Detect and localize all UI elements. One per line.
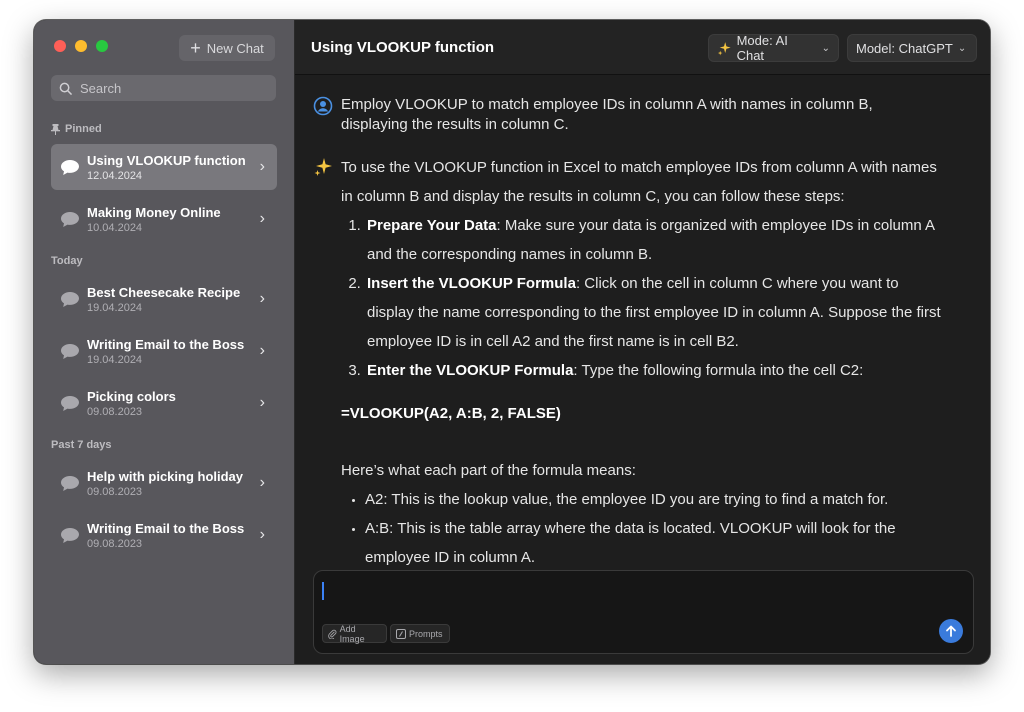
chevron-right-icon: ›	[259, 526, 265, 543]
list-item: A:B: This is the table array where the d…	[365, 514, 941, 572]
conversation: Employ VLOOKUP to match employee IDs in …	[295, 75, 990, 575]
user-message: Employ VLOOKUP to match employee IDs in …	[341, 96, 873, 133]
chevron-right-icon: ›	[259, 474, 265, 491]
minimize-window-button[interactable]	[75, 40, 87, 52]
chat-item-date: 12.04.2024	[87, 169, 143, 182]
steps-list: Prepare Your Data: Make sure your data i…	[341, 211, 941, 385]
text-cursor	[322, 582, 324, 600]
main-panel: Using VLOOKUP function Mode: AI Chat ⌄ M…	[295, 20, 990, 664]
chat-item[interactable]: Picking colors 09.08.2023 ›	[51, 380, 277, 426]
sparkle-icon	[717, 41, 731, 55]
chat-item-date: 09.08.2023	[87, 485, 143, 498]
chat-item-title: Writing Email to the Boss	[87, 336, 245, 352]
chat-item[interactable]: Making Money Online 10.04.2024 ›	[51, 196, 277, 242]
search-icon	[59, 82, 72, 95]
chat-item-date: 19.04.2024	[87, 353, 143, 366]
list-item: Prepare Your Data: Make sure your data i…	[365, 211, 941, 269]
chat-item-date: 10.04.2024	[87, 221, 143, 234]
chat-item[interactable]: Writing Email to the Boss 19.04.2024 ›	[51, 328, 277, 374]
top-bar: Using VLOOKUP function Mode: AI Chat ⌄ M…	[295, 20, 990, 75]
step-heading: Insert the VLOOKUP Formula	[367, 275, 576, 292]
chat-bubble-icon	[59, 524, 81, 546]
assistant-message: To use the VLOOKUP function in Excel to …	[341, 153, 941, 572]
model-label: Model: ChatGPT	[856, 40, 953, 56]
formula-text: =VLOOKUP(A2, A:B, 2, FALSE)	[341, 405, 561, 422]
section-today: Today	[51, 255, 83, 267]
plus-icon: +	[190, 38, 201, 58]
mode-label: Mode: AI Chat	[736, 33, 788, 63]
explain-intro: Here’s what each part of the formula mea…	[341, 462, 636, 479]
search-placeholder: Search	[80, 80, 122, 96]
chat-item[interactable]: Help with picking holiday 09.08.2023 ›	[51, 460, 277, 506]
chat-bubble-icon	[59, 472, 81, 494]
prompts-label: Prompts	[409, 628, 443, 639]
close-window-button[interactable]	[54, 40, 66, 52]
arrow-up-icon	[946, 625, 956, 637]
chat-item-title: Using VLOOKUP function	[87, 152, 246, 168]
chat-bubble-icon	[59, 288, 81, 310]
new-chat-button[interactable]: + New Chat	[179, 35, 275, 61]
chat-item-date: 19.04.2024	[87, 301, 143, 314]
chat-item-title: Help with picking holiday	[87, 468, 244, 484]
chat-bubble-icon	[59, 340, 81, 362]
sparkle-icon	[314, 158, 332, 176]
chat-item[interactable]: Writing Email to the Boss 09.08.2023 ›	[51, 512, 277, 558]
send-button[interactable]	[939, 619, 963, 643]
section-past-7-days: Past 7 days	[51, 439, 112, 451]
mode-dropdown[interactable]: Mode: AI Chat ⌄	[708, 33, 839, 63]
chat-item-date: 09.08.2023	[87, 405, 143, 418]
list-item: Insert the VLOOKUP Formula: Click on the…	[365, 269, 941, 356]
chat-item-title: Picking colors	[87, 388, 176, 404]
user-avatar-icon	[313, 96, 333, 116]
add-image-button[interactable]: Add Image	[322, 623, 387, 644]
chevron-right-icon: ›	[259, 394, 265, 411]
chat-bubble-icon	[59, 392, 81, 414]
chat-item-date: 09.08.2023	[87, 537, 143, 550]
step-heading: Prepare Your Data	[367, 217, 497, 234]
sidebar: + New Chat Search Pinned Using VLOOKUP f…	[34, 20, 295, 664]
chevron-right-icon: ›	[259, 342, 265, 359]
chevron-right-icon: ›	[259, 290, 265, 307]
pin-icon	[51, 123, 60, 135]
section-pinned-label: Pinned	[65, 123, 102, 135]
model-dropdown[interactable]: Model: ChatGPT ⌄	[847, 34, 977, 62]
page-title: Using VLOOKUP function	[311, 39, 495, 56]
assistant-intro: To use the VLOOKUP function in Excel to …	[341, 159, 937, 205]
chevron-down-icon: ⌄	[957, 42, 967, 54]
chevron-down-icon: ⌄	[821, 42, 830, 54]
chat-bubble-icon	[59, 156, 81, 178]
chat-item[interactable]: Best Cheesecake Recipe 19.04.2024 ›	[51, 276, 277, 322]
zoom-window-button[interactable]	[96, 40, 108, 52]
chevron-right-icon: ›	[259, 158, 265, 175]
slash-icon	[396, 628, 406, 639]
app-window: + New Chat Search Pinned Using VLOOKUP f…	[34, 20, 990, 664]
list-item: Enter the VLOOKUP Formula: Type the foll…	[365, 356, 941, 385]
chevron-right-icon: ›	[259, 210, 265, 227]
list-item: A2: This is the lookup value, the employ…	[365, 485, 941, 514]
message-composer[interactable]: Add Image Prompts	[313, 570, 974, 654]
explain-list: A2: This is the lookup value, the employ…	[341, 485, 941, 572]
chat-item-title: Writing Email to the Boss	[87, 520, 245, 536]
chat-bubble-icon	[59, 208, 81, 230]
prompts-button[interactable]: Prompts	[390, 624, 450, 643]
step-text: : Type the following formula into the ce…	[573, 362, 864, 379]
section-pinned: Pinned	[51, 123, 102, 135]
add-image-label: Add Image	[339, 623, 365, 644]
paperclip-icon	[328, 629, 337, 639]
new-chat-label: New Chat	[206, 40, 264, 56]
chat-item-title: Making Money Online	[87, 204, 221, 220]
search-input[interactable]: Search	[51, 75, 276, 101]
step-heading: Enter the VLOOKUP Formula	[367, 362, 574, 379]
chat-item-title: Best Cheesecake Recipe	[87, 284, 241, 300]
chat-item[interactable]: Using VLOOKUP function 12.04.2024 ›	[51, 144, 277, 190]
